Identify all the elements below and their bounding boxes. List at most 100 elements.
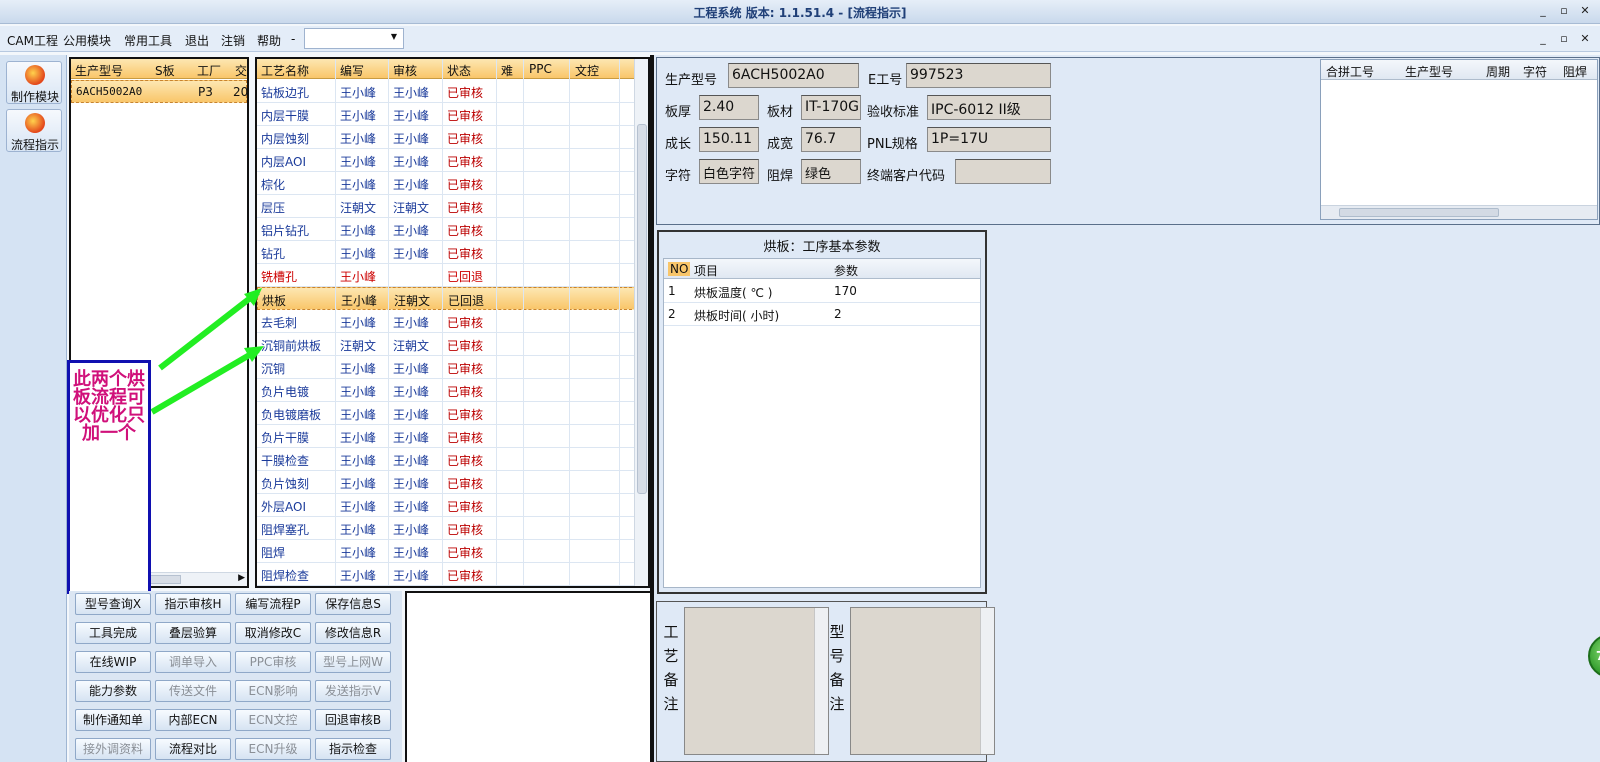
maximize-icon[interactable]: ▫ <box>1556 3 1572 19</box>
menu-tools[interactable]: 常用工具 <box>124 32 172 49</box>
action-button[interactable]: 内部ECN <box>155 709 231 731</box>
menu-logout[interactable]: 注销 <box>221 32 245 49</box>
model-notes-field[interactable] <box>850 607 995 755</box>
col-s-board[interactable]: S板 <box>155 62 175 79</box>
notes-scrollbar[interactable] <box>980 608 994 754</box>
action-button[interactable]: ECN升级 <box>235 738 311 760</box>
col-delivery[interactable]: 交 <box>235 62 247 79</box>
process-row[interactable]: 外层AOI 王小峰 王小峰 已审核 <box>257 494 637 517</box>
model-field[interactable]: 6ACH5002A0 <box>728 63 859 88</box>
col-doc-control[interactable]: 文控 <box>575 62 599 79</box>
process-row[interactable]: 钻孔 王小峰 王小峰 已审核 <box>257 241 637 264</box>
thickness-field[interactable]: 2.40 <box>699 95 759 120</box>
action-button[interactable]: 编写流程P <box>235 593 311 615</box>
close-icon[interactable]: ✕ <box>1577 3 1593 19</box>
production-module-button[interactable]: 制作模块 <box>6 61 62 104</box>
col-status[interactable]: 状态 <box>447 62 471 79</box>
action-button[interactable]: 型号查询X <box>75 593 151 615</box>
col-reviewer[interactable]: 审核 <box>393 62 417 79</box>
process-row[interactable]: 烘板 王小峰 汪朝文 已回退 <box>257 287 637 310</box>
action-button[interactable]: 取消修改C <box>235 622 311 644</box>
process-row[interactable]: 内层蚀刻 王小峰 王小峰 已审核 <box>257 126 637 149</box>
action-button[interactable]: 回退审核B <box>315 709 391 731</box>
process-row[interactable]: 内层AOI 王小峰 王小峰 已审核 <box>257 149 637 172</box>
process-row[interactable]: 沉铜 王小峰 王小峰 已审核 <box>257 356 637 379</box>
menu-help[interactable]: 帮助 <box>257 32 281 49</box>
process-row[interactable]: 内层干膜 王小峰 王小峰 已审核 <box>257 103 637 126</box>
action-button[interactable]: 调单导入 <box>155 651 231 673</box>
process-row[interactable]: 阻焊检查 王小峰 王小峰 已审核 <box>257 563 637 586</box>
process-row[interactable]: 铝片钻孔 王小峰 王小峰 已审核 <box>257 218 637 241</box>
col-combo-mask[interactable]: 阻焊 <box>1563 63 1587 80</box>
process-row[interactable]: 去毛刺 王小峰 王小峰 已审核 <box>257 310 637 333</box>
process-row[interactable]: 负片蚀刻 王小峰 王小峰 已审核 <box>257 471 637 494</box>
process-row[interactable]: 干膜检查 王小峰 王小峰 已审核 <box>257 448 637 471</box>
eno-field[interactable]: 997523 <box>906 63 1051 88</box>
action-button[interactable]: 接外调资料 <box>75 738 151 760</box>
notes-scrollbar[interactable] <box>814 608 828 754</box>
process-row[interactable]: 阻焊塞孔 王小峰 王小峰 已审核 <box>257 517 637 540</box>
arrow-right-icon[interactable]: ▶ <box>238 573 245 583</box>
col-item[interactable]: 项目 <box>694 262 718 279</box>
col-combo-model[interactable]: 生产型号 <box>1405 63 1453 80</box>
col-param[interactable]: 参数 <box>834 262 858 279</box>
char-field[interactable]: 白色字符 <box>699 159 759 184</box>
action-button[interactable]: 指示检查 <box>315 738 391 760</box>
action-button[interactable]: 指示审核H <box>155 593 231 615</box>
process-row[interactable]: 沉铜前烘板 汪朝文 汪朝文 已审核 <box>257 333 637 356</box>
col-factory[interactable]: 工厂 <box>197 62 221 79</box>
action-button[interactable]: 工具完成 <box>75 622 151 644</box>
width-field[interactable]: 76.7 <box>801 127 861 152</box>
customer-field[interactable] <box>955 159 1051 184</box>
col-process-name[interactable]: 工艺名称 <box>261 62 309 79</box>
process-notes-field[interactable] <box>684 607 829 755</box>
col-writer[interactable]: 编写 <box>340 62 364 79</box>
pnl-field[interactable]: 1P=17U <box>927 127 1051 152</box>
col-combo-period[interactable]: 周期 <box>1486 63 1510 80</box>
process-row[interactable]: 层压 汪朝文 汪朝文 已审核 <box>257 195 637 218</box>
mask-field[interactable]: 绿色 <box>801 159 861 184</box>
menu-select[interactable]: ▼ <box>304 28 404 49</box>
process-row[interactable]: 棕化 王小峰 王小峰 已审核 <box>257 172 637 195</box>
action-button[interactable]: 叠层验算 <box>155 622 231 644</box>
action-button[interactable]: 制作通知单 <box>75 709 151 731</box>
menu-common-module[interactable]: 公用模块 <box>63 32 111 49</box>
process-row[interactable]: 负电镀磨板 王小峰 王小峰 已审核 <box>257 402 637 425</box>
mdi-restore-icon[interactable]: ▫ <box>1556 31 1572 47</box>
col-model[interactable]: 生产型号 <box>75 62 123 79</box>
action-button[interactable]: 在线WIP <box>75 651 151 673</box>
action-button[interactable]: 流程对比 <box>155 738 231 760</box>
material-field[interactable]: IT-170GR <box>801 95 861 120</box>
minimize-icon[interactable]: _ <box>1535 3 1551 19</box>
standard-field[interactable]: IPC-6012 II级 <box>927 95 1051 120</box>
action-button[interactable]: 发送指示V <box>315 680 391 702</box>
mdi-close-icon[interactable]: ✕ <box>1577 31 1593 47</box>
action-button[interactable]: ECN文控 <box>235 709 311 731</box>
model-row[interactable]: 6ACH5002A0 P3 20 <box>71 80 248 103</box>
col-no[interactable]: NO <box>668 262 691 276</box>
param-row[interactable]: 1 烘板温度( ℃ ) 170 <box>664 280 980 303</box>
length-field[interactable]: 150.11 <box>699 127 759 152</box>
action-button[interactable]: 保存信息S <box>315 593 391 615</box>
col-difficulty[interactable]: 难 <box>501 62 513 79</box>
combo-horizontal-scrollbar[interactable] <box>1321 205 1597 219</box>
action-button[interactable]: 传送文件 <box>155 680 231 702</box>
action-button[interactable]: PPC审核 <box>235 651 311 673</box>
col-combo-char[interactable]: 字符 <box>1523 63 1547 80</box>
process-row[interactable]: 钻板边孔 王小峰 王小峰 已审核 <box>257 80 637 103</box>
menu-exit[interactable]: 退出 <box>185 32 209 49</box>
param-row[interactable]: 2 烘板时间( 小时) 2 <box>664 303 980 326</box>
action-button[interactable]: 能力参数 <box>75 680 151 702</box>
process-row[interactable]: 负片电镀 王小峰 王小峰 已审核 <box>257 379 637 402</box>
action-button[interactable]: 型号上网W <box>315 651 391 673</box>
process-row[interactable]: 铣槽孔 王小峰 已回退 <box>257 264 637 287</box>
process-row[interactable]: 阻焊 王小峰 王小峰 已审核 <box>257 540 637 563</box>
mdi-minimize-icon[interactable]: _ <box>1535 31 1551 47</box>
col-combo-no[interactable]: 合拼工号 <box>1326 63 1374 80</box>
col-ppc[interactable]: PPC <box>529 62 552 76</box>
vertical-scrollbar[interactable] <box>634 59 648 586</box>
action-button[interactable]: ECN影响 <box>235 680 311 702</box>
menu-cam[interactable]: CAM工程 <box>7 32 58 49</box>
action-button[interactable]: 修改信息R <box>315 622 391 644</box>
process-row[interactable]: 负片干膜 王小峰 王小峰 已审核 <box>257 425 637 448</box>
